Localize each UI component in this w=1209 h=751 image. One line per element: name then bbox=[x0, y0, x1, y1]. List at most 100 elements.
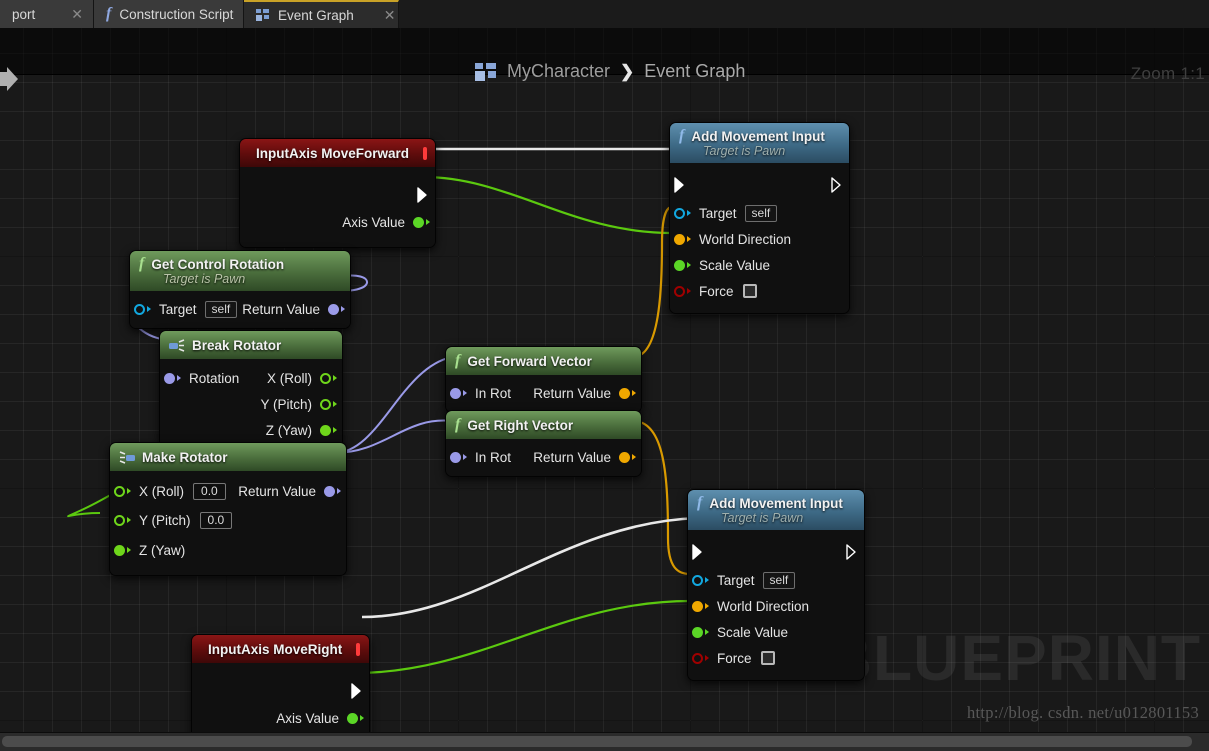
node-header[interactable]: f Get Right Vector bbox=[446, 411, 641, 439]
pin-row-force[interactable]: Force bbox=[670, 278, 849, 304]
node-header[interactable]: InputAxis MoveForward bbox=[240, 139, 435, 167]
tab-label: port bbox=[12, 6, 36, 22]
pin-row-exec-out[interactable] bbox=[240, 181, 435, 209]
pin-label: Z (Yaw) bbox=[139, 542, 186, 558]
exec-in-pin-icon[interactable] bbox=[692, 544, 705, 560]
node-header[interactable]: f Add Movement Input Target is Pawn bbox=[670, 123, 849, 163]
node-inputaxis-moveright[interactable]: InputAxis MoveRight Axis Value bbox=[191, 634, 370, 733]
pin-label: Return Value bbox=[533, 385, 611, 401]
node-get-right-vector[interactable]: f Get Right Vector In Rot Return Value bbox=[445, 410, 642, 477]
tab-viewport[interactable]: port ✕ bbox=[0, 0, 94, 28]
scale-value-in-pin[interactable] bbox=[692, 626, 709, 638]
node-header[interactable]: Make Rotator bbox=[110, 443, 346, 471]
function-icon: f bbox=[455, 416, 461, 433]
force-in-pin[interactable] bbox=[692, 652, 709, 664]
pin-row-scale-value[interactable]: Scale Value bbox=[670, 252, 849, 278]
x-roll-value-field[interactable]: 0.0 bbox=[193, 482, 226, 500]
node-inputaxis-moveforward[interactable]: InputAxis MoveForward Axis Value bbox=[239, 138, 436, 248]
exec-in-pin-icon[interactable] bbox=[674, 177, 687, 193]
node-header[interactable]: Break Rotator bbox=[160, 331, 342, 359]
pin-row-inrot-return[interactable]: In Rot Return Value bbox=[446, 444, 641, 470]
pin-row-rotation-xroll[interactable]: Rotation X (Roll) bbox=[160, 365, 342, 391]
z-yaw-out-pin[interactable] bbox=[320, 424, 337, 436]
event-delete-icon[interactable] bbox=[356, 642, 361, 656]
pin-row-exec[interactable] bbox=[670, 170, 849, 200]
world-direction-in-pin[interactable] bbox=[692, 600, 709, 612]
axis-value-out-pin[interactable] bbox=[347, 712, 364, 724]
expand-panel-arrow-icon[interactable] bbox=[0, 66, 20, 92]
in-rot-in-pin[interactable] bbox=[450, 387, 467, 399]
rotation-in-pin[interactable] bbox=[164, 372, 181, 384]
force-checkbox[interactable] bbox=[742, 284, 757, 298]
z-yaw-in-pin[interactable] bbox=[114, 544, 131, 556]
pin-row-target[interactable]: Target self bbox=[688, 567, 864, 593]
target-self-value[interactable]: self bbox=[744, 204, 778, 222]
node-get-forward-vector[interactable]: f Get Forward Vector In Rot Return Value bbox=[445, 346, 642, 413]
pin-row-force[interactable]: Force bbox=[688, 645, 864, 671]
node-header[interactable]: f Get Forward Vector bbox=[446, 347, 641, 375]
exec-out-pin-icon[interactable] bbox=[417, 187, 430, 203]
pin-row-ypitch[interactable]: Y (Pitch) 0.0 bbox=[110, 505, 346, 535]
node-body: Target self World Direction Scale Value bbox=[688, 530, 864, 680]
horizontal-scrollbar[interactable] bbox=[0, 732, 1209, 751]
return-value-out-pin[interactable] bbox=[619, 451, 636, 463]
axis-value-out-pin[interactable] bbox=[413, 216, 430, 228]
return-value-out-pin[interactable] bbox=[328, 303, 345, 315]
y-pitch-value-field[interactable]: 0.0 bbox=[199, 511, 233, 529]
exec-out-pin-icon[interactable] bbox=[846, 544, 859, 560]
function-icon: f bbox=[679, 127, 685, 144]
x-roll-out-pin[interactable] bbox=[320, 372, 337, 384]
pin-row-exec[interactable] bbox=[688, 537, 864, 567]
pin-row-target-return[interactable]: Target self Return Value bbox=[130, 296, 350, 322]
node-title: Make Rotator bbox=[142, 449, 228, 465]
target-in-pin[interactable] bbox=[134, 303, 151, 315]
target-in-pin[interactable] bbox=[674, 207, 691, 219]
pin-row-zyaw[interactable]: Z (Yaw) bbox=[160, 417, 342, 443]
force-in-pin[interactable] bbox=[674, 285, 691, 297]
pin-row-scale-value[interactable]: Scale Value bbox=[688, 619, 864, 645]
pin-row-xroll-return[interactable]: X (Roll) 0.0 Return Value bbox=[110, 477, 346, 505]
node-header[interactable]: InputAxis MoveRight bbox=[192, 635, 369, 663]
target-self-value[interactable]: self bbox=[204, 300, 238, 318]
node-make-rotator[interactable]: Make Rotator X (Roll) 0.0 Return Value Y… bbox=[109, 442, 347, 576]
pin-row-zyaw[interactable]: Z (Yaw) bbox=[110, 535, 346, 565]
pin-row-ypitch[interactable]: Y (Pitch) bbox=[160, 391, 342, 417]
event-delete-icon[interactable] bbox=[423, 146, 428, 160]
blueprint-graph-canvas[interactable]: MyCharacter ❯ Event Graph Zoom 1:1 Input… bbox=[0, 28, 1209, 733]
return-value-out-pin[interactable] bbox=[619, 387, 636, 399]
node-title: InputAxis MoveForward bbox=[256, 145, 410, 161]
node-add-movement-input-2[interactable]: f Add Movement Input Target is Pawn Targ… bbox=[687, 489, 865, 681]
close-icon[interactable]: ✕ bbox=[384, 8, 396, 22]
breadcrumb-root[interactable]: MyCharacter bbox=[507, 61, 610, 82]
in-rot-in-pin[interactable] bbox=[450, 451, 467, 463]
exec-out-pin-icon[interactable] bbox=[351, 683, 364, 699]
pin-row-axis-value[interactable]: Axis Value bbox=[192, 705, 369, 731]
y-pitch-in-pin[interactable] bbox=[114, 514, 131, 526]
force-checkbox[interactable] bbox=[760, 651, 775, 665]
return-value-out-pin[interactable] bbox=[324, 485, 341, 497]
node-get-control-rotation[interactable]: f Get Control Rotation Target is Pawn Ta… bbox=[129, 250, 351, 329]
pin-row-axis-value[interactable]: Axis Value bbox=[240, 209, 435, 235]
exec-out-pin-icon[interactable] bbox=[831, 177, 844, 193]
node-header[interactable]: f Add Movement Input Target is Pawn bbox=[688, 490, 864, 530]
target-self-value[interactable]: self bbox=[762, 571, 796, 589]
node-title: Get Forward Vector bbox=[467, 353, 592, 369]
world-direction-in-pin[interactable] bbox=[674, 233, 691, 245]
pin-row-inrot-return[interactable]: In Rot Return Value bbox=[446, 380, 641, 406]
x-roll-in-pin[interactable] bbox=[114, 485, 131, 497]
pin-row-world-direction[interactable]: World Direction bbox=[670, 226, 849, 252]
tab-construction-script[interactable]: f Construction Script ✕ bbox=[94, 0, 275, 28]
scrollbar-thumb[interactable] bbox=[2, 736, 1192, 747]
y-pitch-out-pin[interactable] bbox=[320, 398, 337, 410]
scale-value-in-pin[interactable] bbox=[674, 259, 691, 271]
close-icon[interactable]: ✕ bbox=[71, 7, 83, 21]
pin-row-target[interactable]: Target self bbox=[670, 200, 849, 226]
node-add-movement-input-1[interactable]: f Add Movement Input Target is Pawn Targ… bbox=[669, 122, 850, 314]
tab-event-graph[interactable]: Event Graph ✕ bbox=[244, 0, 399, 28]
breadcrumb-leaf[interactable]: Event Graph bbox=[644, 61, 745, 82]
target-in-pin[interactable] bbox=[692, 574, 709, 586]
pin-row-world-direction[interactable]: World Direction bbox=[688, 593, 864, 619]
node-header[interactable]: f Get Control Rotation Target is Pawn bbox=[130, 251, 350, 291]
pin-row-exec-out[interactable] bbox=[192, 677, 369, 705]
node-break-rotator[interactable]: Break Rotator Rotation X (Roll) Y (Pitch… bbox=[159, 330, 343, 452]
